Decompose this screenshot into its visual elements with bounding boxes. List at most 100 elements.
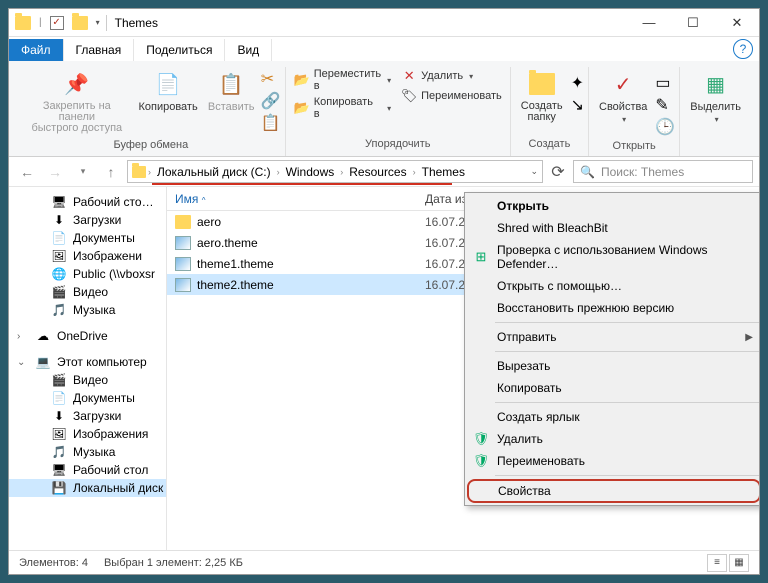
tree-item[interactable]: 🎵Музыка [9,443,166,461]
ctx-shortcut[interactable]: Создать ярлык [467,406,759,428]
select-icon: ▦ [701,69,731,99]
paste-icon: 📋 [216,69,246,99]
properties-icon: ✓ [608,69,638,99]
address-row: ← → ▾ ↑ › Локальный диск (C:)› Windows› … [9,157,759,187]
delete-button[interactable]: ✕Удалить▾ [397,67,506,85]
window-title: Themes [115,16,158,30]
tree-mus-icon: 🎵 [51,445,67,459]
tree-item[interactable]: 🌐Public (\\vboxsr [9,265,166,283]
tree-item[interactable]: ⌄💻Этот компьютер [9,353,166,371]
tree-item[interactable]: 🖼Изображени [9,247,166,265]
ctx-restore[interactable]: Восстановить прежнюю версию [467,297,759,319]
nav-tree[interactable]: 🖥Рабочий сто…⬇Загрузки📄Документы🖼Изображ… [9,187,167,550]
tree-item[interactable]: 🖼Изображения [9,425,166,443]
addr-dropdown-icon[interactable]: ⌄ [530,166,538,177]
ctx-sendto[interactable]: Отправить▶ [467,326,759,348]
tree-vid-icon: 🎬 [51,373,67,387]
paste-button[interactable]: 📋 Вставить [204,67,259,115]
copy-button[interactable]: 📄 Копировать [135,67,202,115]
file-list-area: Имя ^ Дата изменения Тип Размер aero16.0… [167,187,759,550]
tree-item[interactable]: 🎬Видео [9,283,166,301]
cut-icon[interactable]: ✂ [261,69,281,89]
qat-separator: | [39,17,42,28]
tab-home[interactable]: Главная [64,39,135,61]
col-name[interactable]: Имя ^ [167,192,417,206]
tree-item[interactable]: 📄Документы [9,389,166,407]
qat-folder-icon[interactable] [72,16,88,30]
folder-icon [175,215,191,229]
theme-icon [175,278,191,292]
addr-folder-icon [132,166,146,178]
crumb-2[interactable]: Resources [345,165,410,179]
ctx-delete-icon: 🛡 [473,431,489,447]
crumb-0[interactable]: Локальный диск (C:) [153,165,275,179]
search-input[interactable]: 🔍 Поиск: Themes [573,160,753,183]
delete-icon: ✕ [401,68,417,84]
view-icons-button[interactable]: ▦ [729,554,749,572]
address-bar[interactable]: › Локальный диск (C:)› Windows› Resource… [127,160,543,183]
copy-to-button[interactable]: 📂Копировать в▾ [290,95,395,121]
tree-down-icon: ⬇ [51,409,67,423]
select-button[interactable]: ▦ Выделить▾ [684,67,747,126]
defender-icon: ⊞ [473,249,489,265]
ctx-delete[interactable]: 🛡Удалить [467,428,759,450]
tree-cloud-icon: ☁ [35,329,51,343]
minimize-button[interactable]: — [627,9,671,37]
refresh-button[interactable]: ⟳ [547,161,569,183]
new-folder-button[interactable]: Создать папку [515,67,569,125]
recent-dropdown[interactable]: ▾ [71,160,95,184]
pin-quickaccess-button[interactable]: 📌 Закрепить на панели быстрого доступа [21,67,133,136]
tree-item[interactable]: 🖥Рабочий сто… [9,193,166,211]
tab-share[interactable]: Поделиться [134,39,225,61]
tree-doc-icon: 📄 [51,391,67,405]
tab-file[interactable]: Файл [9,39,64,61]
history-icon[interactable]: 🕒 [655,117,675,137]
maximize-button[interactable]: ☐ [671,9,715,37]
copy-icon: 📄 [153,69,183,99]
crumb-3[interactable]: Themes [418,165,469,179]
tree-item[interactable]: 🖥Рабочий стол [9,461,166,479]
view-details-button[interactable]: ≡ [707,554,727,572]
edit-icon[interactable]: ✎ [655,95,675,115]
help-icon[interactable]: ? [733,39,753,59]
ctx-openwith[interactable]: Открыть с помощью… [467,275,759,297]
back-button[interactable]: ← [15,160,39,184]
easy-access-icon[interactable]: ↘ [571,95,584,115]
tree-disk-icon: 💾 [51,481,67,495]
move-to-button[interactable]: 📂Переместить в▾ [290,67,395,93]
rename-button[interactable]: 🏷Переименовать [397,87,506,105]
status-bar: Элементов: 4 Выбран 1 элемент: 2,25 КБ ≡… [9,550,759,574]
tree-item[interactable]: ›☁OneDrive [9,327,166,345]
theme-icon [175,257,191,271]
ctx-shred[interactable]: Shred with BleachBit [467,217,759,239]
forward-button[interactable]: → [43,160,67,184]
pin-icon: 📌 [62,69,92,99]
qat-dropdown-icon[interactable]: ▾ [96,18,100,27]
ctx-rename[interactable]: 🛡Переименовать [467,450,759,472]
crumb-1[interactable]: Windows [282,165,339,179]
close-button[interactable]: ✕ [715,9,759,37]
new-item-icon[interactable]: ✦ [571,73,584,93]
tree-item[interactable]: ⬇Загрузки [9,211,166,229]
theme-icon [175,236,191,250]
new-group-label: Создать [529,135,571,154]
up-button[interactable]: ↑ [99,160,123,184]
ctx-open[interactable]: Открыть [467,195,759,217]
qat-properties-icon[interactable]: ✓ [50,16,64,30]
tree-item[interactable]: 💾Локальный диск [9,479,166,497]
tree-item[interactable]: 📄Документы [9,229,166,247]
clipboard-group-label: Буфер обмена [113,136,188,155]
tree-item[interactable]: ⬇Загрузки [9,407,166,425]
paste-shortcut-icon[interactable]: 📋 [261,113,281,133]
ctx-defender[interactable]: ⊞Проверка с использованием Windows Defen… [467,239,759,275]
open-icon[interactable]: ▭ [655,73,675,93]
tree-item[interactable]: 🎬Видео [9,371,166,389]
tree-desktop-icon: 🖥 [51,463,67,477]
ctx-cut[interactable]: Вырезать [467,355,759,377]
ctx-properties[interactable]: Свойства [467,479,759,503]
properties-button[interactable]: ✓ Свойства▾ [593,67,653,126]
copy-path-icon[interactable]: 🔗 [261,91,281,111]
tab-view[interactable]: Вид [225,39,272,61]
tree-item[interactable]: 🎵Музыка [9,301,166,319]
ctx-copy[interactable]: Копировать [467,377,759,399]
